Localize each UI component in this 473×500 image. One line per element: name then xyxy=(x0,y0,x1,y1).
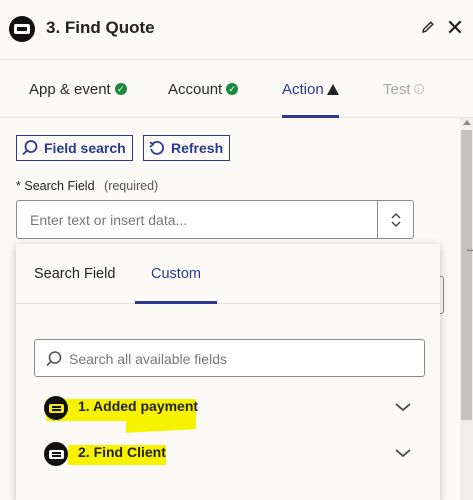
tab-custom[interactable]: Custom xyxy=(135,244,217,304)
refresh-label: Refresh xyxy=(171,140,224,156)
list-item[interactable]: 2. Find Client xyxy=(16,435,440,475)
step-title: 3. Find Quote xyxy=(46,18,155,37)
tab-label: Account xyxy=(168,80,223,98)
list-item[interactable]: 1. Added payment xyxy=(16,389,440,433)
chevron-down-icon[interactable] xyxy=(394,447,412,459)
tab-search-field[interactable]: Search Field xyxy=(34,244,115,304)
search-fields-input[interactable]: Search all available fields xyxy=(34,339,425,377)
list-item-label: 1. Added payment xyxy=(78,398,199,414)
tab-action[interactable]: Action xyxy=(282,60,339,118)
app-logo-icon xyxy=(44,396,68,420)
step-tabs: App & event ✓ Account ✓ Action Test i xyxy=(0,60,473,118)
dropdown-tabs: Search Field Custom xyxy=(16,244,440,304)
search-icon xyxy=(22,140,38,156)
check-icon: ✓ xyxy=(114,83,127,95)
tab-label: Test xyxy=(383,80,411,98)
stepper-icon[interactable] xyxy=(377,201,413,238)
list-item-label: 2. Find Client xyxy=(78,444,166,460)
scrollbar[interactable] xyxy=(460,118,473,500)
info-icon: i xyxy=(413,84,424,94)
scroll-up-icon[interactable] xyxy=(463,120,471,125)
search-field-placeholder: Enter text or insert data... xyxy=(30,212,188,228)
search-field-input[interactable]: Enter text or insert data... xyxy=(16,200,414,239)
search-field-label-text: Search Field xyxy=(24,179,95,193)
search-fields-placeholder: Search all available fields xyxy=(69,351,227,367)
search-icon xyxy=(46,351,62,367)
tab-test[interactable]: Test i xyxy=(383,60,424,118)
search-field-label: * Search Field (required) xyxy=(16,179,158,193)
tab-account[interactable]: Account ✓ xyxy=(168,60,239,118)
edit-icon[interactable] xyxy=(420,19,440,39)
check-icon: ✓ xyxy=(226,83,239,95)
field-search-button[interactable]: Field search xyxy=(16,135,133,161)
resize-handle[interactable]: ↔ xyxy=(465,244,473,255)
warning-icon xyxy=(326,83,339,95)
tab-label: Action xyxy=(282,80,324,98)
tab-app-event[interactable]: App & event ✓ xyxy=(29,60,127,118)
app-logo-icon xyxy=(9,16,35,42)
app-logo-icon xyxy=(44,442,68,466)
close-icon[interactable]: ✕ xyxy=(443,17,467,41)
required-asterisk: * xyxy=(16,179,21,193)
field-search-label: Field search xyxy=(44,140,126,156)
refresh-icon xyxy=(149,141,164,155)
highlight xyxy=(126,415,196,433)
scroll-thumb[interactable] xyxy=(461,130,472,420)
tab-label: Search Field xyxy=(34,266,116,282)
tab-label: Custom xyxy=(151,266,201,282)
field-dropdown: Search Field Custom Search all available… xyxy=(16,244,440,500)
refresh-button[interactable]: Refresh xyxy=(143,135,231,161)
tab-label: App & event xyxy=(29,80,111,98)
step-header: 3. Find Quote ✕ xyxy=(0,0,473,60)
required-hint: (required) xyxy=(104,179,159,193)
chevron-down-icon[interactable] xyxy=(394,401,412,413)
